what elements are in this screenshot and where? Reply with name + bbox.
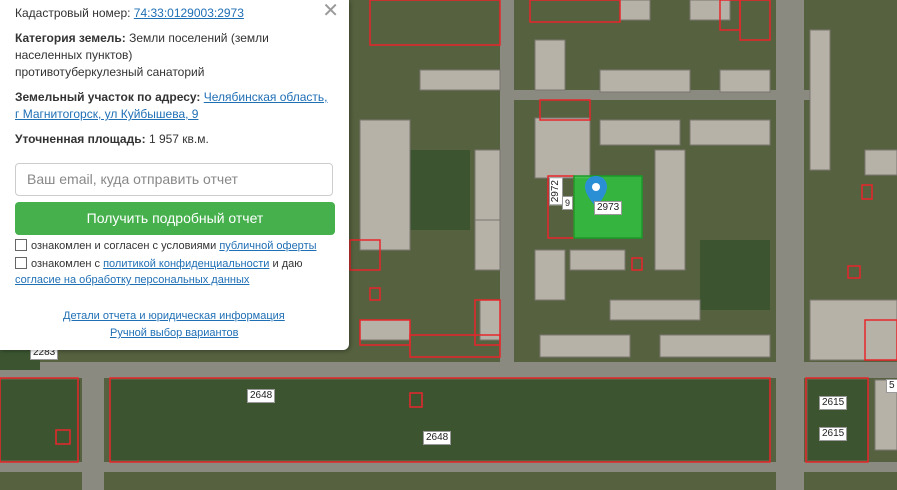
public-offer-link[interactable]: публичной оферты bbox=[219, 240, 316, 252]
category-row: Категория земель: Земли поселений (земли… bbox=[15, 30, 269, 81]
report-details-link[interactable]: Детали отчета и юридическая информация bbox=[63, 310, 285, 322]
category-label: Категория земель: bbox=[15, 31, 126, 45]
address-row: Земельный участок по адресу: Челябинская… bbox=[15, 89, 328, 123]
parcel-label-5: 5 bbox=[886, 379, 897, 393]
parcel-label-2973: 2973 bbox=[594, 201, 623, 215]
category-value-line1: Земли поселений (земли bbox=[129, 31, 269, 45]
consent-offer-text: ознакомлен и согласен с условиями bbox=[31, 240, 217, 252]
cadastral-label: Кадастровый номер: bbox=[15, 6, 131, 20]
consent-offer-checkbox[interactable] bbox=[15, 239, 27, 251]
personal-data-consent-link[interactable]: согласие на обработку персональных данны… bbox=[15, 274, 249, 286]
parcel-label-2615-a: 2615 bbox=[819, 396, 848, 410]
parcel-info-panel: ✕ Кадастровый номер: 74:33:0129003:2973 … bbox=[0, 0, 349, 350]
parcel-label-2615-b: 2615 bbox=[819, 427, 848, 441]
area-label: Уточненная площадь: bbox=[15, 132, 146, 146]
privacy-policy-link[interactable]: политикой конфиденциальности bbox=[103, 258, 269, 270]
parcel-label-9: 9 bbox=[562, 196, 574, 210]
address-link-part1[interactable]: Челябинская область, bbox=[204, 90, 328, 104]
parcel-label-2972: 2972 bbox=[549, 177, 563, 206]
category-value-line2: населенных пунктов) bbox=[15, 48, 133, 62]
parcel-label-2648-b: 2648 bbox=[423, 431, 452, 445]
address-link-part2[interactable]: г Магнитогорск, ул Куйбышева, 9 bbox=[15, 107, 198, 121]
cadastral-row: Кадастровый номер: 74:33:0129003:2973 bbox=[15, 5, 244, 22]
category-value-line3: противотуберкулезный санаторий bbox=[15, 65, 205, 79]
area-value: 1 957 кв.м. bbox=[148, 132, 209, 146]
cadastral-number-link[interactable]: 74:33:0129003:2973 bbox=[134, 6, 244, 20]
close-icon[interactable]: ✕ bbox=[322, 0, 339, 23]
address-label: Земельный участок по адресу: bbox=[15, 90, 201, 104]
consent-privacy-checkbox[interactable] bbox=[15, 257, 27, 269]
get-report-button[interactable]: Получить подробный отчет bbox=[15, 202, 335, 235]
parcel-label-2648-a: 2648 bbox=[247, 389, 276, 403]
consent-offer-row: ознакомлен и согласен с условиями публич… bbox=[15, 238, 317, 254]
area-row: Уточненная площадь: 1 957 кв.м. bbox=[15, 131, 209, 148]
consent-privacy-row: ознакомлен с политикой конфиденциальност… bbox=[15, 256, 303, 288]
consent-privacy-text-b: и даю bbox=[272, 258, 303, 270]
consent-privacy-text-a: ознакомлен с bbox=[31, 258, 101, 270]
manual-selection-link[interactable]: Ручной выбор вариантов bbox=[110, 327, 238, 339]
email-input[interactable]: Ваш email, куда отправить отчет bbox=[15, 163, 333, 196]
